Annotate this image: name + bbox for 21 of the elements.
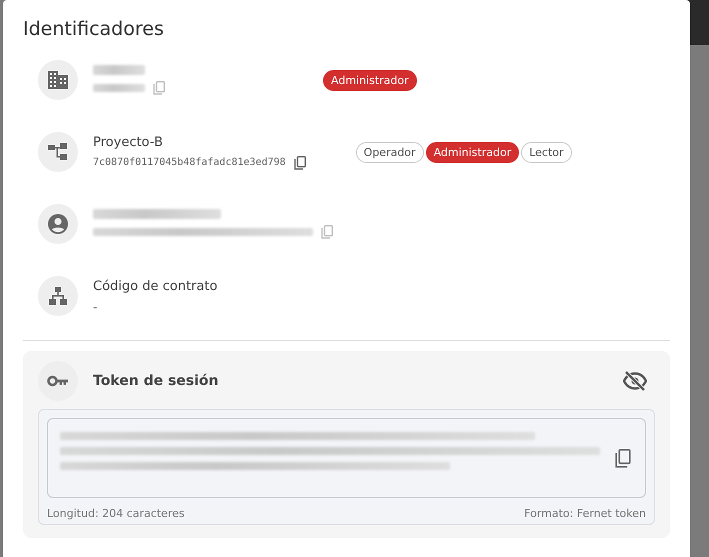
role-tag: Administrador — [426, 142, 520, 162]
role-tag: Administrador — [323, 70, 417, 90]
role-tag: Lector — [521, 142, 572, 162]
eye-off-icon[interactable] — [623, 371, 647, 391]
dialog-title: Identificadores — [23, 18, 165, 40]
item-id: - — [93, 300, 98, 314]
item-name: Proyecto-B — [93, 134, 164, 150]
token-format: Formato: Fernet token — [524, 507, 646, 520]
item-name: Código de contrato — [93, 278, 218, 294]
item-id: 7c0870f0117045b48fafadc81e3ed798 — [93, 157, 286, 168]
token-length: Longitud: 204 caracteres — [47, 507, 185, 520]
token-title: Token de sesión — [93, 373, 220, 389]
building-icon — [48, 71, 68, 89]
role-tag: Operador — [356, 142, 424, 162]
user-icon — [48, 214, 68, 234]
hierarchy-icon — [48, 143, 68, 161]
copy-icon[interactable] — [294, 156, 306, 170]
token-field[interactable] — [47, 418, 646, 498]
sitemap-icon — [49, 287, 67, 305]
key-icon — [47, 375, 69, 387]
copy-icon[interactable] — [615, 448, 631, 468]
